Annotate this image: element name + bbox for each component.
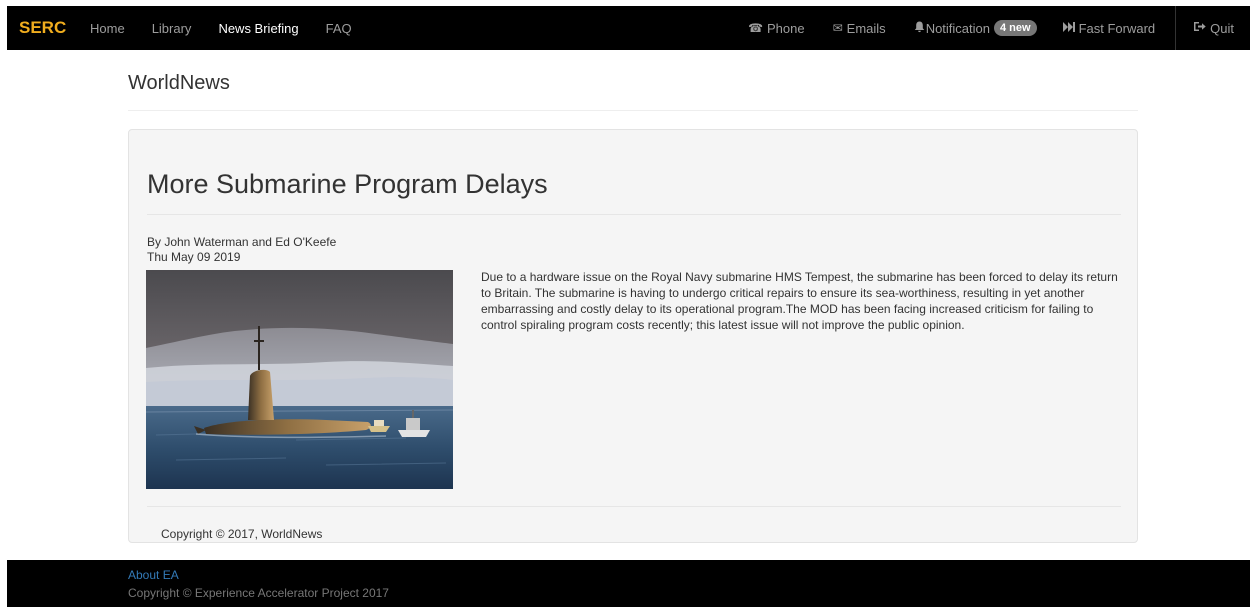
footer-copyright: Copyright © Experience Accelerator Proje… — [128, 586, 389, 600]
headline-divider — [147, 214, 1121, 215]
about-ea-link[interactable]: About EA — [128, 568, 179, 582]
nav-fast-forward-label: Fast Forward — [1078, 20, 1156, 36]
nav-notification-label: Notification — [925, 20, 990, 36]
article-headline: More Submarine Program Delays — [147, 169, 548, 199]
nav-emails[interactable]: ✉ Emails — [833, 21, 886, 36]
article-author: By John Waterman and Ed O'Keefe — [147, 235, 337, 249]
submarine-illustration — [146, 270, 453, 489]
article-date: Thu May 09 2019 — [147, 250, 241, 264]
article-footer-divider — [147, 506, 1121, 507]
notification-badge: 4 new — [994, 20, 1037, 36]
nav-news-briefing[interactable]: News Briefing — [218, 21, 298, 36]
nav-home[interactable]: Home — [90, 21, 125, 36]
nav-right: ☎ Phone ✉ Emails Notification 4 new Fast… — [748, 6, 1250, 50]
nav-phone-label: Phone — [767, 20, 805, 36]
bell-icon — [914, 21, 925, 36]
nav-fast-forward[interactable]: Fast Forward — [1062, 20, 1156, 36]
nav-divider — [1175, 6, 1177, 50]
envelope-icon: ✉ — [832, 21, 843, 35]
article-body: Due to a hardware issue on the Royal Nav… — [481, 270, 1118, 332]
article-photo-submarine — [146, 270, 453, 489]
phone-icon: ☎ — [748, 21, 764, 35]
article-copyright: Copyright © 2017, WorldNews — [161, 527, 323, 541]
log-out-icon — [1194, 21, 1206, 35]
nav-quit-label: Quit — [1210, 20, 1234, 36]
page-title: WorldNews — [128, 72, 230, 94]
header-divider — [128, 110, 1138, 111]
nav-quit[interactable]: Quit — [1194, 21, 1234, 36]
article-panel: More Submarine Program Delays By John Wa… — [128, 129, 1138, 543]
fast-forward-icon — [1062, 21, 1075, 35]
nav-phone[interactable]: ☎ Phone — [748, 21, 805, 36]
nav-library[interactable]: Library — [152, 21, 192, 36]
brand-logo[interactable]: SERC — [19, 18, 66, 38]
nav-faq[interactable]: FAQ — [326, 21, 352, 36]
article-byline: By John Waterman and Ed O'Keefe Thu May … — [147, 235, 336, 265]
top-navbar: SERC Home Library News Briefing FAQ ☎ Ph… — [7, 6, 1250, 50]
nav-emails-label: Emails — [846, 20, 886, 36]
nav-notification[interactable]: Notification 4 new — [914, 20, 1037, 36]
page-footer: About EA Copyright © Experience Accelera… — [7, 560, 1250, 607]
nav-left: Home Library News Briefing FAQ — [90, 6, 379, 50]
